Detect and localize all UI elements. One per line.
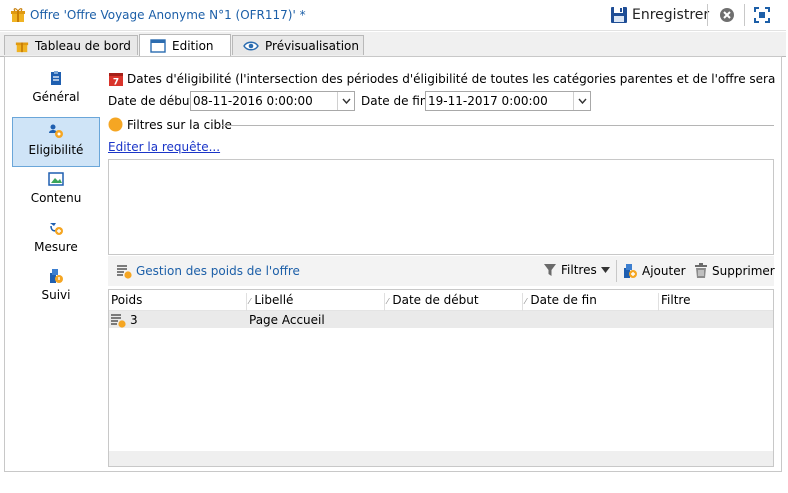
row-label-value: Page Accueil (249, 313, 325, 327)
calendar-icon: 7 (108, 71, 124, 87)
target-filter-icon (108, 117, 123, 132)
row-weight-value: 3 (130, 313, 138, 327)
tab-edition[interactable]: Edition (139, 34, 231, 56)
weights-title-label: Gestion des poids de l'offre (136, 264, 300, 278)
window-title: Offre 'Offre Voyage Anonyme N°1 (OFR117)… (30, 8, 306, 22)
target-filters-label: Filtres sur la cible (127, 118, 232, 132)
filters-label: Filtres (561, 263, 597, 277)
save-icon (610, 6, 628, 24)
sidebar-label: Mesure (34, 240, 78, 254)
form-icon (150, 38, 166, 53)
column-header-weight[interactable]: Poids (109, 293, 247, 311)
separator (744, 4, 745, 26)
tab-bar: Tableau de bord Edition Prévisualisation (0, 32, 786, 57)
query-preview-area (108, 159, 774, 255)
maximize-icon[interactable] (754, 7, 770, 23)
add-button[interactable]: Ajouter (622, 263, 686, 279)
sidebar-label: Eligibilité (28, 143, 84, 157)
column-header-filter[interactable]: Filtre (659, 293, 773, 311)
sort-icon: ⁄ (387, 297, 389, 306)
tab-preview[interactable]: Prévisualisation (232, 35, 364, 55)
horizontal-scrollbar[interactable] (109, 451, 773, 466)
weights-list-icon (116, 263, 132, 279)
tab-label: Tableau de bord (35, 38, 131, 53)
tracking-icon (48, 268, 64, 284)
add-icon (622, 263, 638, 279)
title-bar: Offre 'Offre Voyage Anonyme N°1 (OFR117)… (0, 0, 786, 31)
eye-icon (243, 40, 259, 52)
start-date-label: Date de début: (108, 94, 199, 108)
toolbar-separator (616, 260, 617, 282)
image-icon (48, 171, 64, 187)
weights-title: Gestion des poids de l'offre (116, 263, 300, 279)
offer-icon (10, 7, 26, 23)
gift-icon (15, 39, 29, 53)
save-label: Enregistrer (632, 7, 710, 23)
sidebar-item-measure[interactable]: Mesure (12, 220, 100, 270)
sidebar-item-tracking[interactable]: Suivi (12, 268, 100, 318)
column-header-label[interactable]: ⁄ Libellé (247, 293, 385, 311)
sidebar-label: Contenu (30, 191, 82, 205)
filters-button[interactable]: Filtres (543, 263, 610, 277)
start-date-field[interactable] (190, 91, 355, 111)
users-target-icon (48, 123, 64, 139)
weight-row-icon (110, 312, 126, 328)
svg-text:7: 7 (113, 78, 119, 88)
sort-icon: ⁄ (525, 297, 527, 306)
column-header-text: Date de fin (530, 293, 597, 307)
column-header-text: Date de début (392, 293, 479, 307)
sidebar-item-general[interactable]: Général (12, 70, 100, 120)
separator (707, 4, 708, 26)
caret-down-icon (600, 267, 610, 273)
sort-icon: ⁄ (249, 297, 251, 306)
eligibility-section-title: Dates d'éligibilité (l'intersection des … (127, 72, 775, 86)
tab-label: Edition (172, 38, 214, 53)
funnel-icon (543, 263, 557, 277)
sidebar-label: Général (32, 90, 80, 104)
column-header-text: Libellé (254, 293, 294, 307)
chevron-down-icon[interactable] (573, 92, 590, 110)
column-header-end-date[interactable]: ⁄ Date de fin (523, 293, 659, 311)
sidebar-label: Suivi (41, 288, 71, 302)
sidebar-item-eligibility[interactable]: Eligibilité (12, 117, 100, 167)
section-divider (222, 125, 774, 126)
trash-icon (694, 263, 708, 279)
table-row[interactable] (109, 311, 773, 328)
save-button[interactable]: Enregistrer (610, 5, 709, 25)
end-date-field[interactable] (425, 91, 591, 111)
end-date-label: Date de fin: (361, 94, 432, 108)
delete-button[interactable]: Supprimer (694, 263, 775, 279)
close-icon[interactable] (719, 7, 735, 23)
add-label: Ajouter (642, 264, 686, 278)
start-date-input[interactable] (191, 92, 325, 110)
sidebar-item-content[interactable]: Contenu (12, 171, 100, 221)
chevron-down-icon[interactable] (337, 92, 354, 110)
delete-label: Supprimer (712, 264, 775, 278)
clipboard-icon (48, 70, 64, 86)
measure-icon (48, 220, 64, 236)
column-header-start-date[interactable]: ⁄ Date de début (385, 293, 523, 311)
edit-query-link[interactable]: Editer la requête... (108, 140, 220, 154)
tab-label: Prévisualisation (265, 38, 359, 53)
tab-dashboard[interactable]: Tableau de bord (4, 35, 138, 55)
end-date-input[interactable] (426, 92, 560, 110)
